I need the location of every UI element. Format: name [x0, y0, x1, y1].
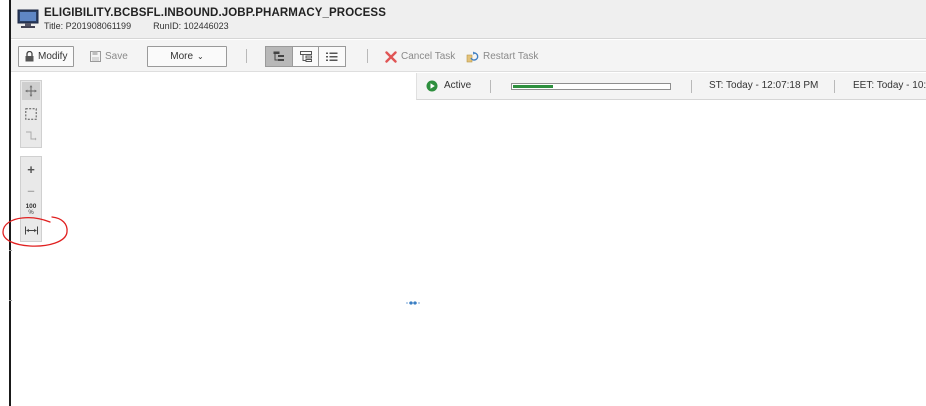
- start-time: ST: Today - 12:07:18 PM: [709, 80, 819, 91]
- save-button[interactable]: Save: [84, 46, 134, 67]
- list-view-button[interactable]: [319, 47, 346, 66]
- workflow-node-connector[interactable]: [406, 300, 420, 306]
- job-meta: Title: P201908061199 RunID: 102446023: [44, 21, 229, 31]
- more-label: More: [170, 51, 194, 62]
- floppy-disk-icon: [90, 51, 101, 62]
- zoom-in-button[interactable]: +: [22, 160, 40, 178]
- restart-arrow-icon: [466, 51, 479, 62]
- job-title: Title: P201908061199: [44, 21, 132, 31]
- status-separator: [490, 80, 491, 93]
- status-label: Active: [444, 80, 472, 91]
- move-arrows-icon: [25, 85, 37, 97]
- progress-fill: [513, 85, 553, 88]
- save-label: Save: [105, 51, 128, 62]
- select-tool-button[interactable]: [22, 105, 40, 123]
- modify-button[interactable]: Modify: [18, 46, 75, 67]
- zoom-level-value: 100: [25, 203, 37, 210]
- toolbar: Modify Save More ⌄ Cancel Task Restart T…: [11, 40, 926, 72]
- chevron-down-icon: ⌄: [197, 52, 204, 61]
- status-separator: [834, 80, 835, 93]
- view-toggle-group: [265, 46, 346, 67]
- zoom-out-button[interactable]: –: [22, 181, 40, 199]
- lock-icon: [25, 51, 34, 62]
- restart-task-button[interactable]: Restart Task: [460, 46, 544, 67]
- list-icon: [326, 52, 338, 61]
- connect-tool-button[interactable]: [22, 127, 40, 145]
- job-name: ELIGIBILITY.BCBSFL.INBOUND.JOBP.PHARMACY…: [44, 7, 386, 19]
- status-separator: [691, 80, 692, 93]
- workflow-view-button[interactable]: [266, 47, 293, 66]
- workflow-tree-icon: [273, 51, 284, 61]
- estimated-end-time: EET: Today - 10:0: [853, 80, 926, 91]
- edge-tick: [9, 300, 12, 301]
- monitor-icon: [17, 9, 39, 28]
- plus-icon: +: [27, 161, 35, 177]
- minus-icon: –: [27, 182, 35, 198]
- pan-tool-button[interactable]: [22, 82, 40, 100]
- job-header: ELIGIBILITY.BCBSFL.INBOUND.JOBP.PHARMACY…: [11, 0, 926, 39]
- cancel-task-button[interactable]: Cancel Task: [379, 46, 461, 67]
- restart-task-label: Restart Task: [483, 51, 539, 62]
- connector-icon: [26, 131, 37, 141]
- toolbar-separator: [367, 49, 368, 63]
- status-bar: Active ST: Today - 12:07:18 PM EET: Toda…: [416, 73, 926, 100]
- edge-tick: [9, 250, 12, 251]
- toolbar-separator: [246, 49, 247, 63]
- play-status-icon: [426, 80, 438, 92]
- hierarchy-view-button[interactable]: [292, 47, 320, 66]
- annotation-circle: [2, 216, 68, 247]
- job-runid: RunID: 102446023: [153, 21, 229, 31]
- hierarchy-icon: [299, 51, 312, 62]
- cancel-task-label: Cancel Task: [401, 51, 456, 62]
- marquee-select-icon: [25, 108, 37, 120]
- modify-label: Modify: [38, 51, 68, 62]
- red-x-icon: [385, 50, 397, 63]
- more-dropdown[interactable]: More ⌄: [147, 46, 227, 67]
- progress-bar: [511, 83, 671, 90]
- canvas-tool-palette: [20, 80, 42, 148]
